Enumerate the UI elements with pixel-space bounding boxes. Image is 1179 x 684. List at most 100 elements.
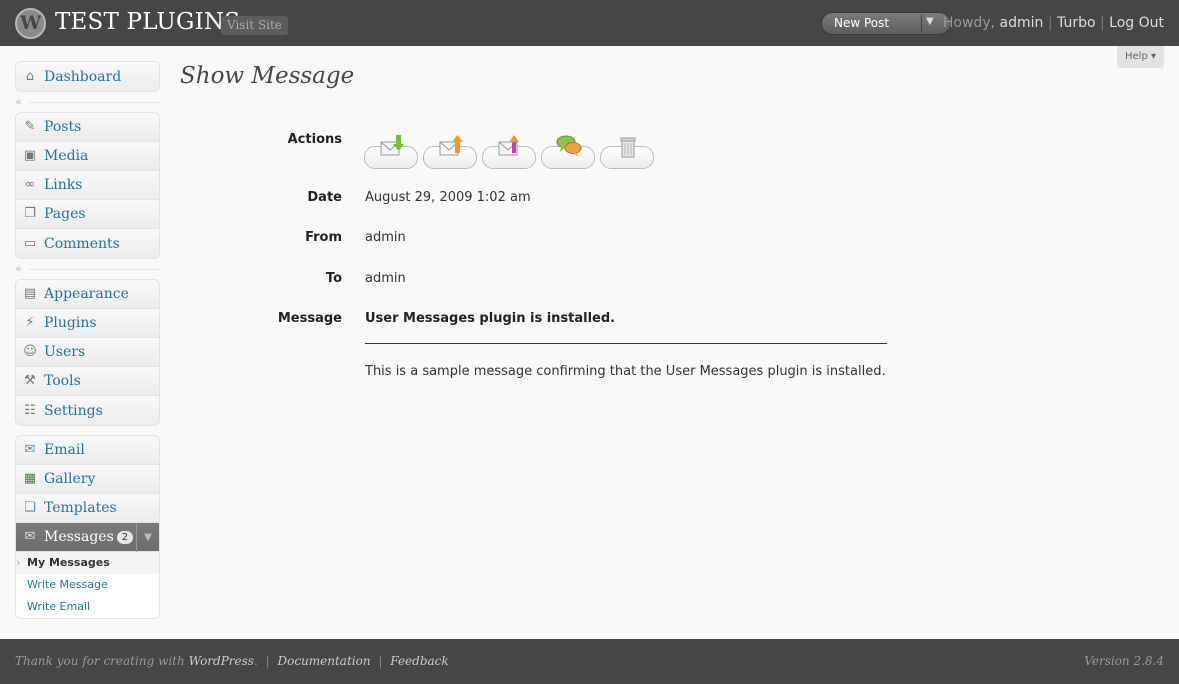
page-title: Show Message [180,63,355,89]
menu-separator: « [15,262,160,275]
templates-icon: ❏ [24,500,36,515]
actions-label: Actions [287,132,342,147]
to-value: admin [365,271,406,286]
sidebar-item-label: Templates [44,500,117,516]
site-title[interactable]: TEST PLUGINS [55,9,240,35]
message-label: Message [277,311,342,326]
sidebar-item-messages[interactable]: ✉ Messages 2 ▼ [16,523,159,552]
sidebar-item-comments[interactable]: ▭ Comments [16,229,159,258]
delete-button[interactable] [600,137,654,169]
sidebar-item-label: Dashboard [44,68,122,85]
submenu-item-my-messages[interactable]: My Messages [16,552,159,574]
sidebar-item-media[interactable]: ▣ Media [16,142,159,171]
envelope-icon: ✉ [24,529,36,544]
collapse-arrow-icon[interactable]: « [15,262,22,275]
separator: | [378,654,383,668]
appearance-icon: ▤ [23,286,37,301]
pages-icon: ❐ [24,206,36,221]
admin-footer: Thank you for creating with WordPress. |… [0,639,1179,684]
chat-icon [556,135,582,157]
tools-icon: ⚒ [24,373,36,388]
to-label: To [325,271,342,286]
receive-message-button[interactable] [364,135,418,169]
sidebar-item-label: Comments [44,235,120,252]
sidebar-item-templates[interactable]: ❏ Templates [16,494,159,523]
sidebar-item-pages[interactable]: ❐ Pages [16,200,159,229]
media-icon: ▣ [23,148,37,163]
reply-icon [439,135,463,156]
forward-button[interactable] [482,135,536,169]
sidebar-item-label: Links [44,177,83,193]
new-post-label[interactable]: New Post [834,16,889,30]
documentation-link[interactable]: Documentation [277,654,370,668]
from-value: admin [365,230,406,245]
sidebar-item-email[interactable]: ✉ Email [16,436,159,465]
sidebar-item-label: Pages [44,206,86,222]
date-value: August 29, 2009 1:02 am [365,190,531,205]
sidebar-item-settings[interactable]: ☷ Settings [16,396,159,425]
sidebar-item-label: Gallery [44,471,96,487]
version-text: Version 2.8.4 [1084,654,1164,668]
menu-group-dashboard: ⌂ Dashboard [15,61,160,92]
message-subject: User Messages plugin is installed. [365,311,616,326]
separator: | [1047,15,1053,31]
messages-submenu: My Messages Write Message Write Email [16,552,159,618]
sidebar-item-appearance[interactable]: ▤ Appearance [16,280,159,309]
sidebar-item-users[interactable]: ☺ Users [16,338,159,367]
users-icon: ☺ [23,344,37,359]
howdy-text: Howdy, [942,15,996,31]
link-icon: ∞ [24,177,36,192]
menu-group-admin: ▤ Appearance ⚡ Plugins ☺ Users ⚒ Tools ☷… [15,279,160,426]
sidebar-item-tools[interactable]: ⚒ Tools [16,367,159,396]
divider [365,343,887,344]
chevron-down-icon[interactable]: ▼ [136,523,159,552]
trash-icon [620,137,636,158]
sidebar-item-gallery[interactable]: ▦ Gallery [16,465,159,494]
user-links: Howdy, admin | Turbo | Log Out [943,15,1164,31]
menu-group-content: ✎ Posts ▣ Media ∞ Links ❐ Pages ▭ Commen… [15,112,160,259]
footer-thanks: Thank you for creating with [15,654,185,668]
comment-icon: ▭ [23,235,37,251]
sidebar-item-dashboard[interactable]: ⌂ Dashboard [16,62,159,91]
sidebar-item-label: Appearance [44,286,129,302]
conversation-button[interactable] [541,135,595,169]
footer-links: Thank you for creating with WordPress. |… [15,654,449,668]
chevron-down-icon[interactable]: ▼ [926,16,934,27]
envelope-icon: ✉ [24,442,36,457]
sidebar-item-links[interactable]: ∞ Links [16,171,159,200]
turbo-link[interactable]: Turbo [1057,15,1096,31]
menu-separator: « [15,95,160,108]
help-button[interactable]: Help ▾ [1117,46,1164,68]
menu-group-plugins: ✉ Email ▦ Gallery ❏ Templates ✉ Messages… [15,435,160,619]
wordpress-logo-icon[interactable]: W [15,8,46,39]
home-icon: ⌂ [25,68,35,84]
sidebar-item-label: Plugins [44,315,97,331]
from-label: From [305,230,342,245]
gallery-icon: ▦ [23,471,37,486]
wordpress-link[interactable]: WordPress [189,654,254,668]
submenu-item-write-message[interactable]: Write Message [16,574,159,596]
new-post-dropdown[interactable]: New Post ▼ [821,12,951,35]
sidebar-item-plugins[interactable]: ⚡ Plugins [16,309,159,338]
sidebar-item-posts[interactable]: ✎ Posts [16,113,159,142]
separator: | [1099,15,1105,31]
plug-icon: ⚡ [25,315,35,330]
inbox-download-icon [380,135,404,156]
user-profile-link[interactable]: admin [1000,15,1044,31]
feedback-link[interactable]: Feedback [390,654,448,668]
collapse-arrow-icon[interactable]: « [15,95,22,108]
sidebar-item-label: Messages [44,529,114,545]
pushpin-icon: ✎ [24,119,36,134]
sidebar-item-label: Tools [44,373,81,389]
submenu-item-write-email[interactable]: Write Email [16,596,159,618]
message-body: This is a sample message confirming that… [365,364,886,379]
dropdown-divider [921,15,922,32]
sidebar-item-label: Email [44,442,85,458]
sidebar-item-label: Settings [44,402,103,419]
separator: | [265,654,270,668]
logout-link[interactable]: Log Out [1109,15,1164,31]
reply-button[interactable] [423,135,477,169]
sidebar-item-label: Posts [44,119,82,135]
visit-site-button[interactable]: Visit Site [221,16,288,35]
sidebar-item-label: Users [44,344,86,360]
